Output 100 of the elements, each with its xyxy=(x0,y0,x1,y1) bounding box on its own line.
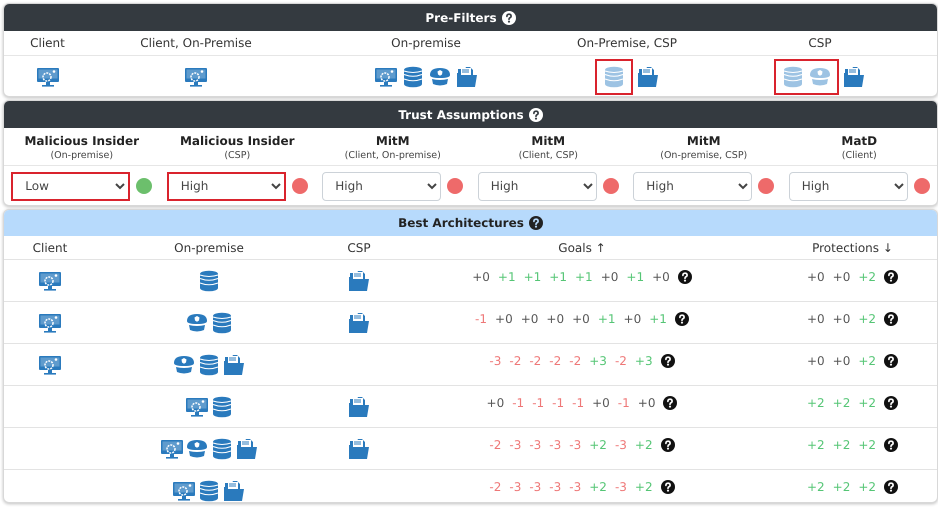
folder-document-icon xyxy=(347,437,371,461)
column-header[interactable]: Protections ↓ xyxy=(812,240,893,254)
goal-score: +0 xyxy=(600,270,618,284)
help-icon[interactable] xyxy=(884,270,898,284)
goal-score: +2 xyxy=(589,480,607,494)
goal-score: +0 xyxy=(495,312,513,326)
goal-score: -3 xyxy=(549,438,562,452)
goal-score: -3 xyxy=(509,480,522,494)
goal-score: -3 xyxy=(549,480,562,494)
folder-document-icon xyxy=(222,353,246,377)
level-dropdown[interactable]: High xyxy=(166,172,286,200)
help-icon[interactable] xyxy=(660,354,675,368)
section-title: Pre-Filters xyxy=(425,10,497,24)
goal-score: +1 xyxy=(598,312,616,326)
goal-score: +0 xyxy=(624,312,642,326)
goal-score: +1 xyxy=(626,270,644,284)
column-label: CSP xyxy=(808,35,832,52)
monitor-gear-icon xyxy=(38,311,62,335)
column-label: Client xyxy=(30,35,65,52)
goal-score: +1 xyxy=(649,312,667,326)
help-icon[interactable] xyxy=(884,312,898,326)
goal-score: -1 xyxy=(618,396,630,410)
help-icon[interactable] xyxy=(674,312,689,326)
monitor-gear-icon xyxy=(38,353,62,377)
goal-score: -3 xyxy=(569,438,582,452)
goal-score: -3 xyxy=(509,438,522,452)
database-icon xyxy=(197,269,221,293)
goal-score: +0 xyxy=(592,396,610,410)
goal-score: -3 xyxy=(569,480,582,494)
help-icon[interactable] xyxy=(884,396,898,410)
section-title: Trust Assumptions xyxy=(398,108,524,122)
folder-document-icon xyxy=(347,269,371,293)
goal-score: +1 xyxy=(575,270,593,284)
help-icon[interactable] xyxy=(528,108,543,122)
protection-score: +2 xyxy=(806,396,825,410)
goal-score: +0 xyxy=(652,270,670,284)
goal-score: +3 xyxy=(589,354,607,368)
goal-score: +1 xyxy=(498,270,516,284)
goal-score: +2 xyxy=(634,480,653,494)
protection-score: +2 xyxy=(858,354,876,368)
level-dropdown[interactable]: High xyxy=(322,172,442,200)
folder-document-icon xyxy=(347,395,371,419)
column-header[interactable]: Client xyxy=(32,240,68,254)
goal-score: +2 xyxy=(634,438,653,452)
level-dropdown[interactable]: High xyxy=(788,172,908,200)
help-icon[interactable] xyxy=(884,438,898,452)
threat-name: MatD xyxy=(841,134,878,148)
help-icon[interactable] xyxy=(528,216,543,230)
protection-score: +2 xyxy=(858,396,876,410)
level-dropdown[interactable]: High xyxy=(633,172,752,200)
goal-score: -3 xyxy=(614,480,627,494)
protection-score: +2 xyxy=(832,480,850,494)
goal-score: +0 xyxy=(572,312,590,326)
protection-score: +2 xyxy=(858,480,876,494)
threat-scope: (Client, On-premise) xyxy=(344,150,441,161)
threat-scope: (Client) xyxy=(842,150,877,161)
threat-scope: (On-premise) xyxy=(50,150,114,161)
monitor-gear-icon xyxy=(160,437,184,461)
help-icon[interactable] xyxy=(678,270,692,284)
column-header[interactable]: Goals ↑ xyxy=(558,240,606,254)
protection-score: +2 xyxy=(806,480,825,494)
threat-scope: (CSP) xyxy=(224,150,250,161)
goal-score: +0 xyxy=(520,312,538,326)
goal-score: -3 xyxy=(614,438,627,452)
goal-score: -3 xyxy=(529,480,542,494)
goal-score: +2 xyxy=(589,438,607,452)
threat-name: MitM xyxy=(686,134,721,148)
column-header[interactable]: CSP xyxy=(347,240,371,254)
folder-document-icon xyxy=(347,311,371,335)
folder-document-icon xyxy=(234,437,258,461)
protection-score: +0 xyxy=(832,270,850,284)
goal-score: -3 xyxy=(529,438,542,452)
protection-score: +2 xyxy=(858,270,876,284)
help-icon[interactable] xyxy=(884,480,898,494)
help-icon[interactable] xyxy=(660,480,675,494)
goal-score: -1 xyxy=(475,312,488,326)
protection-score: +2 xyxy=(832,396,850,410)
threat-name: MitM xyxy=(376,134,410,148)
protection-score: +2 xyxy=(832,438,850,452)
help-icon[interactable] xyxy=(502,10,516,24)
protection-score: +2 xyxy=(858,312,876,326)
section-title: Best Architectures xyxy=(398,216,524,230)
goal-score: +0 xyxy=(486,396,504,410)
help-icon[interactable] xyxy=(663,396,678,410)
level-dropdown[interactable]: High xyxy=(478,172,597,200)
protection-score: +2 xyxy=(806,438,825,452)
goal-score: -2 xyxy=(489,438,502,452)
goal-score: -2 xyxy=(489,480,502,494)
column-header[interactable]: On-premise xyxy=(174,240,244,254)
help-icon[interactable] xyxy=(884,354,898,368)
column-label: On-premise xyxy=(391,35,461,52)
column-label: On-Premise, CSP xyxy=(577,35,677,52)
threat-scope: (On-premise, CSP) xyxy=(660,150,748,161)
help-icon[interactable] xyxy=(660,438,675,452)
protection-score: +0 xyxy=(806,354,825,368)
protection-score: +0 xyxy=(806,270,825,284)
monitor-gear-icon xyxy=(38,269,62,293)
threat-name: Malicious Insider xyxy=(180,134,294,148)
level-dropdown[interactable]: Low xyxy=(11,172,130,200)
protection-score: +0 xyxy=(832,354,850,368)
